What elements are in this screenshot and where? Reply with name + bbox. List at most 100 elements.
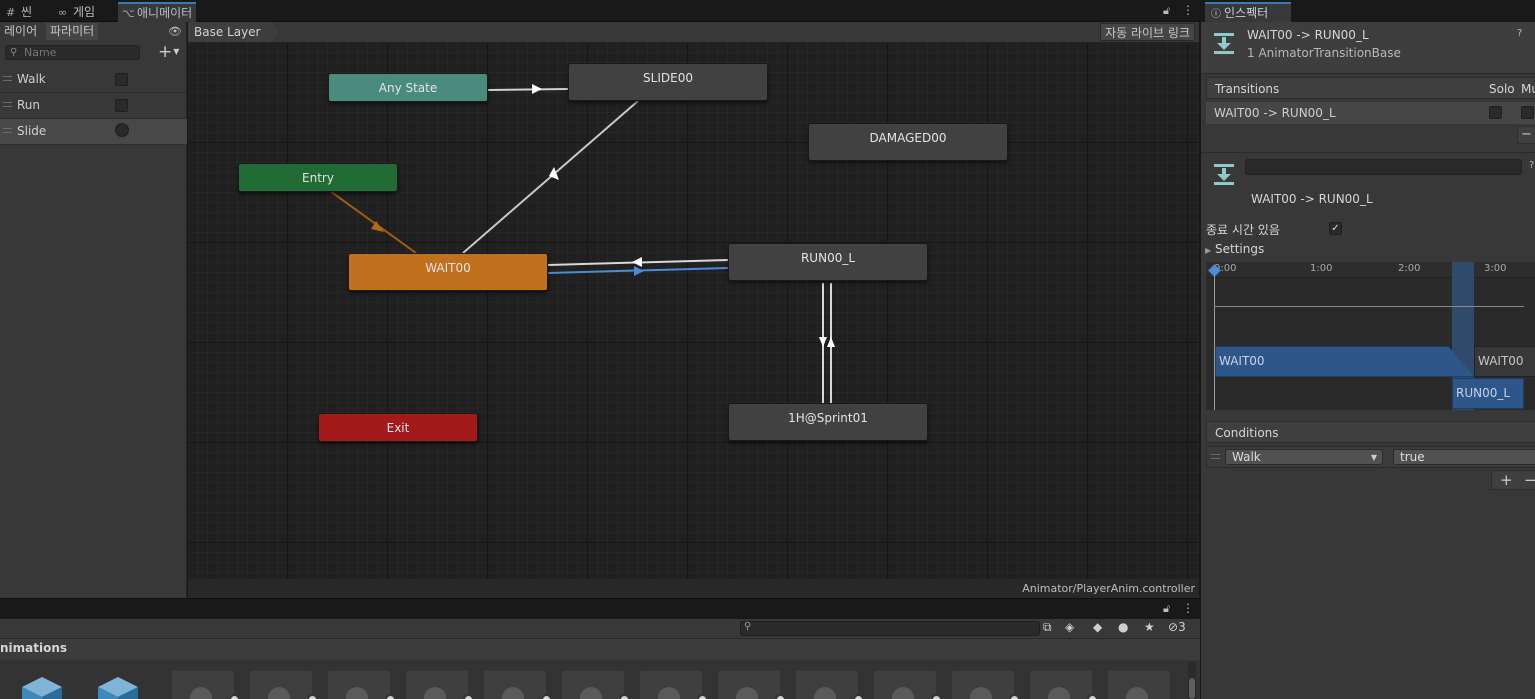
asset-grid bbox=[0, 660, 1200, 699]
transition-list-item[interactable]: WAIT00 -> RUN00_L bbox=[1206, 102, 1535, 124]
add-condition-button[interactable]: + bbox=[1500, 471, 1513, 489]
clip-play-icon[interactable] bbox=[541, 694, 552, 699]
conditions-header: Conditions bbox=[1206, 421, 1535, 443]
drag-handle-icon[interactable] bbox=[3, 76, 12, 81]
state-run00-l[interactable]: RUN00_L bbox=[728, 243, 928, 281]
clip-play-icon[interactable] bbox=[775, 694, 786, 699]
lock-icon[interactable]: 🔓︎ bbox=[1163, 602, 1170, 616]
state-slide00[interactable]: SLIDE00 bbox=[568, 63, 768, 101]
tab-parameters[interactable]: 파라미터 bbox=[46, 23, 99, 40]
animation-clip-asset[interactable] bbox=[1108, 671, 1170, 699]
clip-play-icon[interactable] bbox=[931, 694, 942, 699]
tab-game[interactable]: ∞ 게임 bbox=[54, 2, 99, 22]
solo-checkbox[interactable] bbox=[1489, 106, 1502, 119]
animation-clip-asset[interactable] bbox=[250, 671, 318, 699]
tab-inspector[interactable]: ⓘ 인스펙터 bbox=[1205, 2, 1291, 22]
filter-type-icon[interactable]: ◈ bbox=[1065, 620, 1074, 634]
settings-foldout[interactable]: ▶ Settings bbox=[1205, 242, 1264, 256]
state-machine-graph[interactable]: Any State SLIDE00 DAMAGED00 Entry WAIT00… bbox=[188, 43, 1199, 579]
favorite-star-icon[interactable]: ★ bbox=[1144, 620, 1155, 634]
info-icon: ⓘ bbox=[1211, 9, 1221, 20]
transition-arrow bbox=[632, 257, 642, 267]
clip-play-icon[interactable] bbox=[853, 694, 864, 699]
clip-play-icon[interactable] bbox=[385, 694, 396, 699]
clip-play-icon[interactable] bbox=[1087, 694, 1098, 699]
param-trigger-radio[interactable] bbox=[115, 123, 129, 137]
animation-clip-asset[interactable] bbox=[796, 671, 864, 699]
hidden-packages-icon[interactable]: ⊘3 bbox=[1168, 620, 1186, 634]
state-exit[interactable]: Exit bbox=[318, 413, 478, 442]
project-search-input[interactable]: ⚲ bbox=[740, 621, 1040, 636]
state-1h-sprint01[interactable]: 1H@Sprint01 bbox=[728, 403, 928, 441]
help-icon[interactable]: ? bbox=[1529, 160, 1534, 171]
clip-play-icon[interactable] bbox=[229, 694, 240, 699]
param-row-slide[interactable]: Slide bbox=[0, 119, 187, 145]
more-menu-icon[interactable]: ⋮ bbox=[1182, 601, 1194, 615]
drag-handle-icon[interactable] bbox=[3, 128, 12, 133]
warning-icon[interactable]: ● bbox=[1118, 620, 1128, 634]
animation-clip-asset[interactable] bbox=[952, 671, 1020, 699]
transitions-header-label: Transitions bbox=[1215, 82, 1280, 96]
param-row-run[interactable]: Run bbox=[0, 93, 187, 119]
breadcrumb[interactable]: Base Layer bbox=[188, 22, 278, 42]
state-wait00-default[interactable]: WAIT00 bbox=[348, 253, 548, 291]
clip-thumbnail bbox=[1048, 687, 1070, 699]
state-damaged00[interactable]: DAMAGED00 bbox=[808, 123, 1008, 161]
animation-clip-asset[interactable] bbox=[874, 671, 942, 699]
drag-handle-icon[interactable] bbox=[3, 102, 12, 107]
transition-name-field[interactable] bbox=[1245, 159, 1522, 175]
help-icon[interactable]: ? bbox=[1517, 28, 1522, 39]
transition-any-to-slide[interactable] bbox=[487, 88, 569, 91]
param-row-walk[interactable]: Walk bbox=[0, 67, 187, 93]
animation-clip-asset[interactable] bbox=[718, 671, 786, 699]
asset-scrollbar[interactable] bbox=[1188, 662, 1196, 699]
animation-clip-asset[interactable] bbox=[484, 671, 552, 699]
auto-live-link-button[interactable]: 자동 라이브 링크 bbox=[1100, 23, 1195, 41]
animation-clip-asset[interactable] bbox=[328, 671, 396, 699]
state-any-state[interactable]: Any State bbox=[328, 73, 488, 102]
add-parameter-button[interactable]: +▼ bbox=[158, 43, 179, 61]
remove-condition-button[interactable]: − bbox=[1524, 471, 1535, 489]
transition-name-label: WAIT00 -> RUN00_L bbox=[1251, 192, 1373, 206]
clip-play-icon[interactable] bbox=[307, 694, 318, 699]
lock-icon[interactable]: 🔓︎ bbox=[1163, 4, 1170, 18]
param-bool-checkbox[interactable] bbox=[115, 99, 128, 112]
tab-animator[interactable]: ⌥ 애니메이터 bbox=[118, 2, 197, 22]
parameter-search-input[interactable]: ⚲ Name bbox=[5, 45, 140, 60]
inspector-panel: ⓘ 인스펙터 WAIT00 -> RUN00_L 1 AnimatorTransi… bbox=[1200, 0, 1535, 699]
condition-value-dropdown[interactable]: true bbox=[1393, 449, 1535, 465]
clip-play-icon[interactable] bbox=[619, 694, 630, 699]
search-by-type-icon[interactable]: ⧉ bbox=[1043, 620, 1052, 635]
transition-timeline[interactable]: 0:00 1:00 2:00 3:00 WAIT00 WAIT00 RUN00_… bbox=[1206, 262, 1535, 410]
transition-slide-to-wait[interactable] bbox=[462, 100, 639, 254]
eye-icon[interactable]: 👁︎ bbox=[168, 25, 182, 38]
state-entry[interactable]: Entry bbox=[238, 163, 398, 192]
source-clip-bar[interactable]: WAIT00 bbox=[1215, 346, 1474, 377]
model-cube-icon[interactable] bbox=[96, 675, 148, 699]
has-exit-time-checkbox[interactable]: ✓ bbox=[1329, 222, 1342, 235]
clip-play-icon[interactable] bbox=[463, 694, 474, 699]
drag-handle-icon[interactable] bbox=[1211, 454, 1220, 459]
more-menu-icon[interactable]: ⋮ bbox=[1182, 3, 1194, 17]
tab-layers[interactable]: 레이어 bbox=[0, 23, 41, 40]
transition-arrow bbox=[634, 266, 644, 276]
animation-clip-asset[interactable] bbox=[640, 671, 708, 699]
mute-checkbox[interactable] bbox=[1521, 106, 1534, 119]
animation-clip-asset[interactable] bbox=[1030, 671, 1098, 699]
scrollbar-thumb[interactable] bbox=[1189, 678, 1195, 699]
animation-clip-asset[interactable] bbox=[172, 671, 240, 699]
animation-clip-asset[interactable] bbox=[562, 671, 630, 699]
tab-scene[interactable]: # 씬 bbox=[2, 2, 36, 22]
clip-play-icon[interactable] bbox=[697, 694, 708, 699]
label-tag-icon[interactable]: ◆ bbox=[1093, 620, 1102, 634]
clip-play-icon[interactable] bbox=[1009, 694, 1020, 699]
dest-clip-bar[interactable]: RUN00_L bbox=[1452, 378, 1524, 409]
remove-transition-button[interactable]: − bbox=[1517, 126, 1535, 144]
has-exit-time-label: 종료 시간 있음 bbox=[1206, 223, 1280, 237]
model-cube-icon[interactable] bbox=[20, 675, 72, 699]
transition-entry-to-wait[interactable] bbox=[329, 190, 417, 254]
animation-clip-asset[interactable] bbox=[406, 671, 474, 699]
condition-param-dropdown[interactable]: Walk ▼ bbox=[1225, 449, 1383, 465]
hidden-count: 3 bbox=[1178, 620, 1186, 634]
param-bool-checkbox[interactable] bbox=[115, 73, 128, 86]
